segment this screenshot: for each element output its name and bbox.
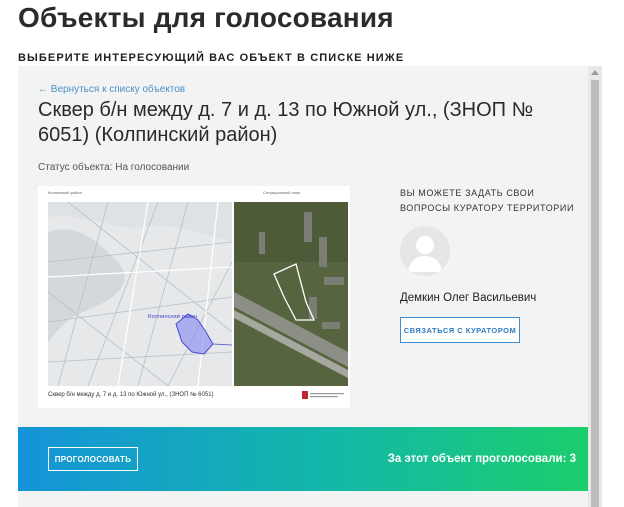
district-label: Колпинский район (148, 313, 197, 320)
object-panel: ← Вернуться к списку объектов Сквер б/н … (18, 66, 602, 507)
map-caption: Сквер б/н между д. 7 и д. 13 по Южной ул… (48, 392, 214, 398)
page-title: Объекты для голосования (18, 2, 394, 33)
avatar (400, 226, 450, 276)
scrollbar-thumb[interactable] (591, 80, 599, 507)
curator-prompt: ВЫ МОЖЕТЕ ЗАДАТЬ СВОИ ВОПРОСЫ КУРАТОРУ Т… (400, 188, 575, 213)
satellite-map (234, 202, 348, 386)
object-title: Сквер б/н между д. 7 и д. 13 по Южной ул… (38, 99, 534, 146)
section-label: ВЫБЕРИТЕ ИНТЕРЕСУЮЩИЙ ВАС ОБЪЕКТ В СПИСК… (18, 52, 405, 64)
object-status: Статус объекта: На голосовании (38, 162, 190, 173)
map-right-header: Ситуационный план (263, 190, 301, 195)
map-image: Колпинский район Ситуационный план Колпи… (38, 186, 350, 408)
vote-count: За этот объект проголосовали: 3 (387, 453, 576, 465)
vote-bar: ПРОГОЛОСОВАТЬ За этот объект проголосова… (18, 427, 588, 491)
vote-button[interactable]: ПРОГОЛОСОВАТЬ (48, 447, 138, 471)
curator-name: Демкин Олег Васильевич (400, 292, 537, 304)
contact-curator-button[interactable]: СВЯЗАТЬСЯ С КУРАТОРОМ (400, 317, 520, 343)
district-map: Колпинский район (48, 202, 232, 386)
scroll-up-arrow-icon[interactable] (591, 70, 599, 75)
back-to-list-link[interactable]: ← Вернуться к списку объектов (38, 84, 185, 95)
coat-of-arms-icon (302, 391, 344, 399)
user-placeholder-icon (408, 236, 442, 272)
scrollbar[interactable] (588, 66, 602, 507)
district-map-drawing: Колпинский район (48, 202, 232, 386)
satellite-drawing (234, 202, 348, 386)
map-left-header: Колпинский район (48, 190, 82, 195)
